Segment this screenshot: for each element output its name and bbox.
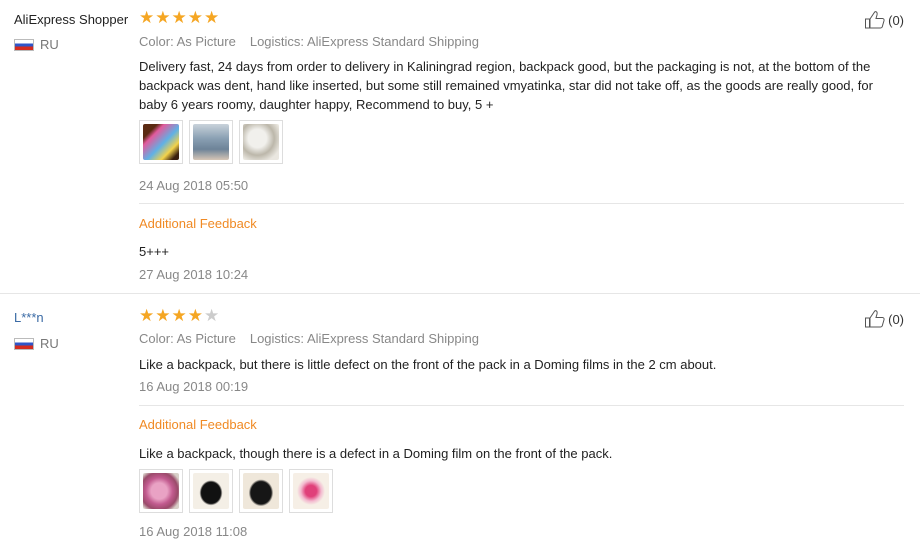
color-value: As Picture: [176, 331, 236, 346]
review-photo-thumbnail[interactable]: [189, 469, 233, 513]
star-icon: ★: [155, 306, 171, 325]
russia-flag-icon: [14, 337, 34, 350]
star-icon: ★: [204, 306, 220, 325]
order-info: Color: As Picture Logistics: AliExpress …: [139, 34, 479, 49]
additional-feedback-text: Like a backpack, though there is a defec…: [139, 446, 613, 461]
helpful-button[interactable]: (0): [864, 309, 904, 329]
country-code: RU: [40, 37, 59, 52]
star-icon: ★: [171, 8, 187, 27]
helpful-count: (0): [888, 311, 904, 327]
color-label: Color:: [139, 34, 174, 49]
order-info: Color: As Picture Logistics: AliExpress …: [139, 331, 479, 346]
star-rating: ★ ★ ★ ★ ★: [139, 306, 220, 325]
review-text: Delivery fast, 24 days from order to del…: [139, 59, 873, 112]
review-photo-thumbnail[interactable]: [189, 120, 233, 164]
review-photo-thumbnail[interactable]: [239, 120, 283, 164]
helpful-count: (0): [888, 12, 904, 28]
review-date: 24 Aug 2018 05:50: [139, 178, 249, 193]
additional-feedback-photos: [139, 469, 333, 513]
star-icon: ★: [155, 8, 171, 27]
country-code: RU: [40, 336, 59, 351]
logistics-label: Logistics:: [249, 34, 305, 49]
star-icon: ★: [187, 306, 203, 325]
review-photos: [139, 120, 283, 164]
star-icon: ★: [204, 8, 220, 27]
reviewer-name: AliExpress Shopper: [14, 12, 129, 27]
star-icon: ★: [187, 8, 203, 27]
reviewer-country: RU: [14, 37, 59, 52]
review-photo-thumbnail[interactable]: [139, 469, 183, 513]
star-rating: ★ ★ ★ ★ ★: [139, 8, 220, 27]
additional-feedback-title: Additional Feedback: [139, 216, 257, 231]
additional-feedback-date: 27 Aug 2018 10:24: [139, 267, 249, 282]
color-value: As Picture: [176, 34, 236, 49]
additional-feedback-title: Additional Feedback: [139, 417, 257, 432]
reviewer-name: L***n: [14, 310, 44, 325]
logistics-label: Logistics:: [249, 331, 305, 346]
review-date: 16 Aug 2018 00:19: [139, 379, 249, 394]
color-label: Color:: [139, 331, 174, 346]
review-photo-thumbnail[interactable]: [289, 469, 333, 513]
reviewer-country: RU: [14, 336, 59, 351]
review-item: L***n RU ★ ★ ★ ★ ★ (0) Color: As Picture Log…: [0, 293, 920, 551]
helpful-button[interactable]: (0): [864, 10, 904, 30]
russia-flag-icon: [14, 38, 34, 51]
divider: [139, 405, 904, 406]
star-icon: ★: [139, 8, 155, 27]
review-item: AliExpress Shopper RU ★ ★ ★ ★ ★ (0) Color: A…: [0, 0, 920, 293]
logistics-value: AliExpress Standard Shipping: [306, 34, 479, 49]
star-icon: ★: [139, 306, 155, 325]
star-icon: ★: [171, 306, 187, 325]
thumbs-up-icon: [864, 309, 886, 329]
additional-feedback-text: 5+++: [139, 244, 170, 259]
review-text: Like a backpack, but there is little def…: [139, 357, 717, 372]
divider: [139, 203, 904, 204]
thumbs-up-icon: [864, 10, 886, 30]
review-photo-thumbnail[interactable]: [139, 120, 183, 164]
logistics-value: AliExpress Standard Shipping: [306, 331, 479, 346]
additional-feedback-date: 16 Aug 2018 11:08: [139, 524, 248, 539]
review-photo-thumbnail[interactable]: [239, 469, 283, 513]
